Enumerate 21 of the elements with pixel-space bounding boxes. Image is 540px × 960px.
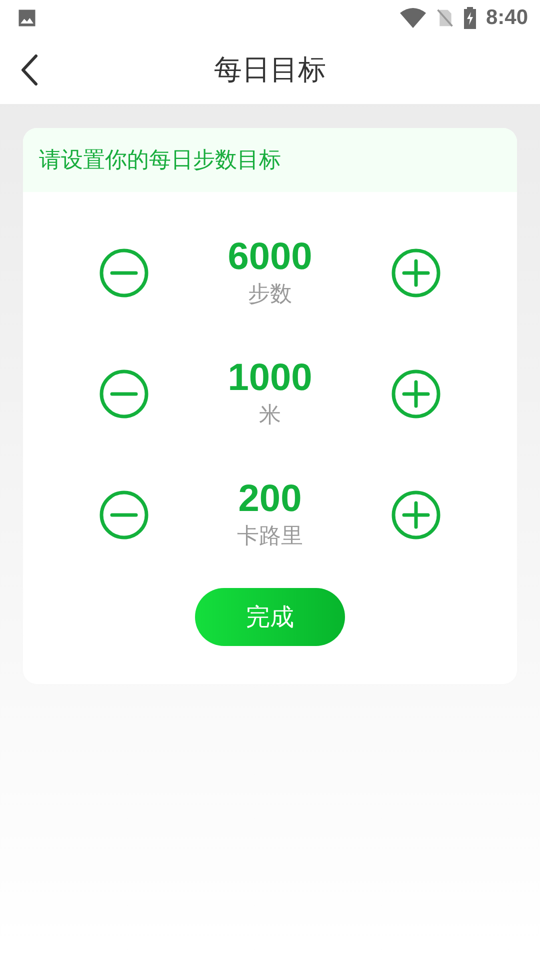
- battery-charging-icon: [464, 7, 476, 29]
- goal-unit: 卡路里: [237, 523, 303, 551]
- decrease-button[interactable]: [99, 248, 149, 298]
- prompt-text: 请设置你的每日步数目标: [39, 147, 281, 175]
- image-icon: [16, 7, 38, 29]
- no-sim-icon: [436, 8, 454, 28]
- goal-unit: 步数: [248, 281, 292, 309]
- status-time: 8:40: [486, 6, 528, 30]
- decrease-button[interactable]: [99, 490, 149, 540]
- goal-value: 6000: [228, 235, 312, 279]
- increase-button[interactable]: [391, 490, 441, 540]
- decrease-button[interactable]: [99, 369, 149, 419]
- goal-value: 200: [238, 477, 302, 521]
- goal-value: 1000: [228, 356, 312, 400]
- increase-button[interactable]: [391, 248, 441, 298]
- increase-button[interactable]: [391, 369, 441, 419]
- back-button[interactable]: [20, 54, 40, 86]
- done-button[interactable]: 完成: [195, 588, 345, 646]
- page-title: 每日目标: [214, 52, 326, 88]
- wifi-icon: [400, 8, 426, 28]
- goal-unit: 米: [259, 402, 281, 430]
